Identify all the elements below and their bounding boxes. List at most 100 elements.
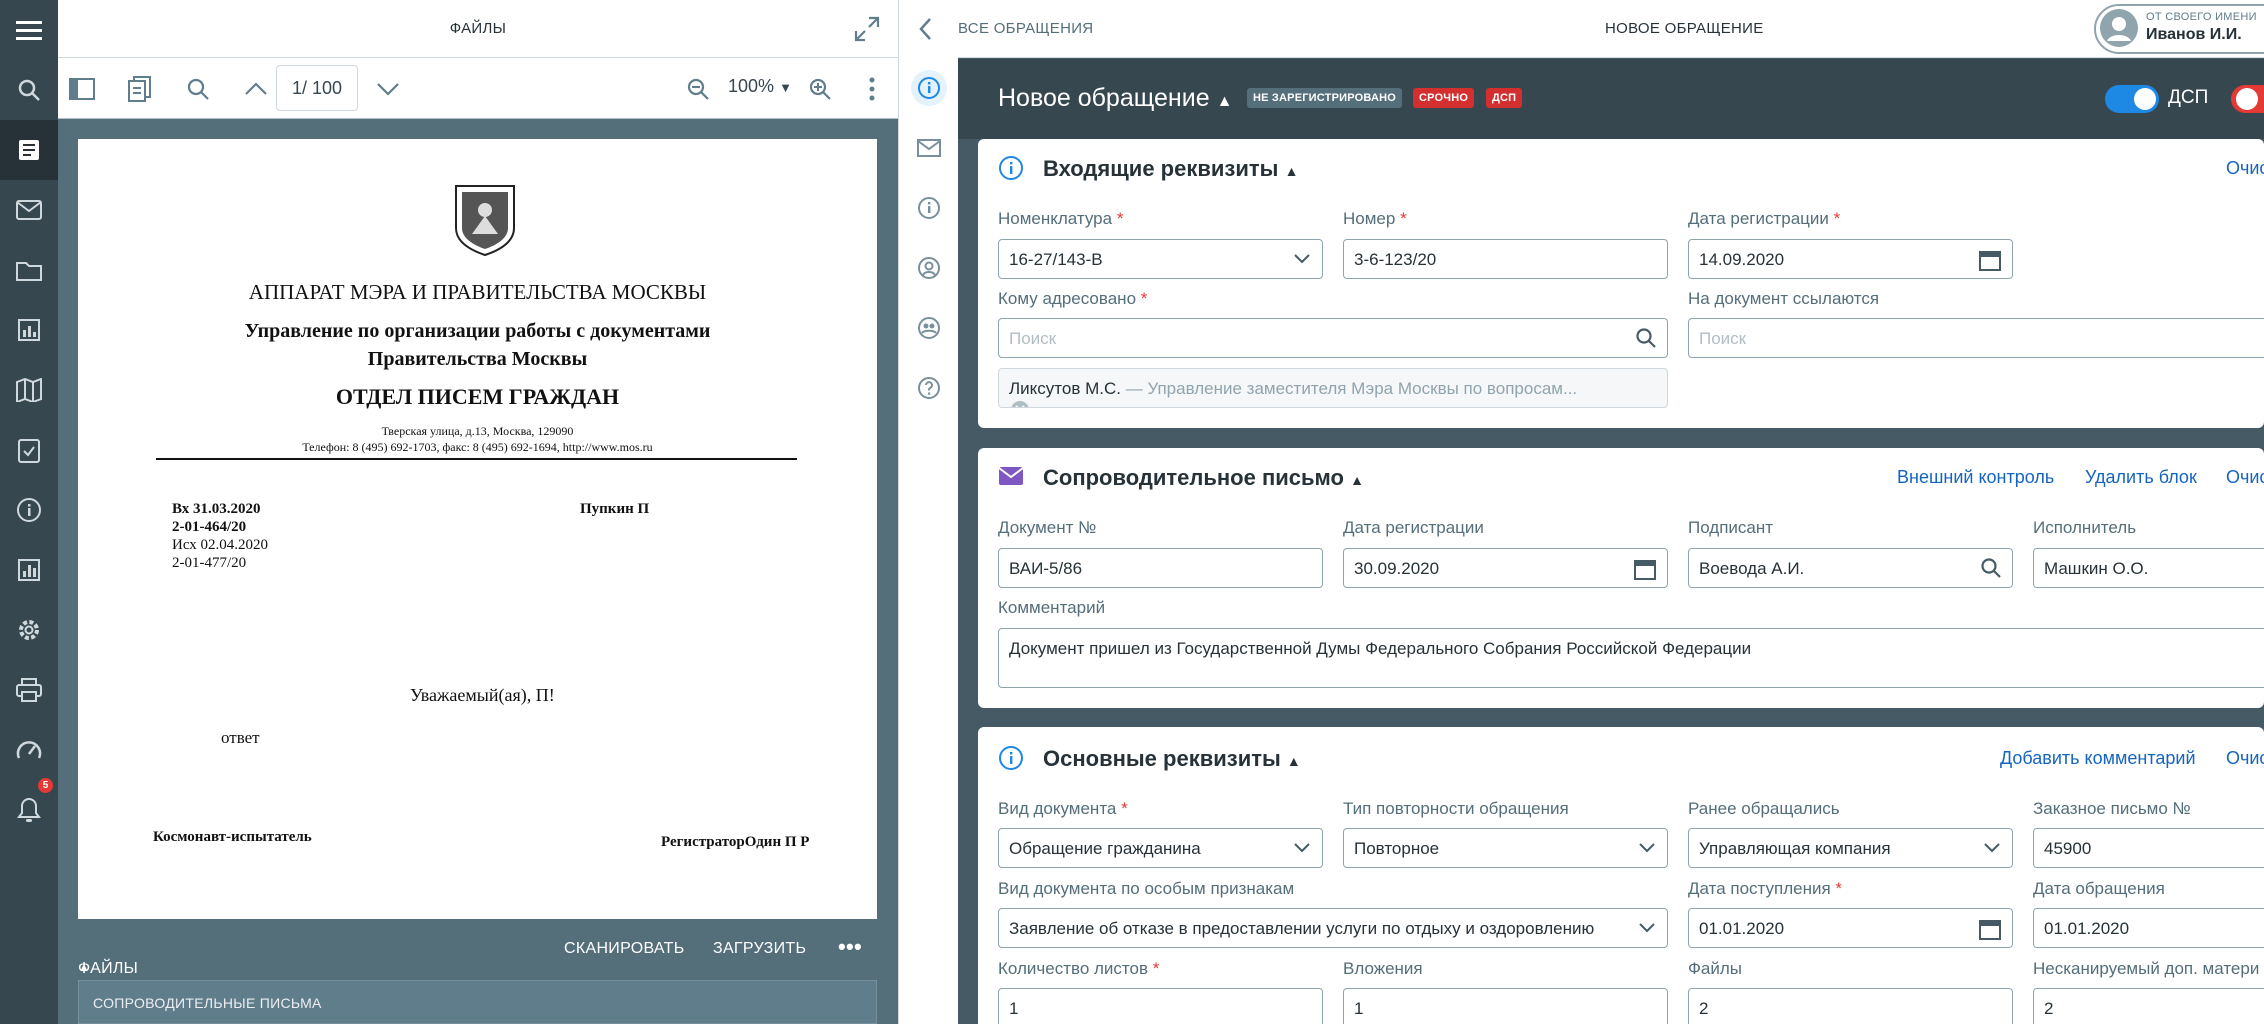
upload-button[interactable]: ЗАГРУЗИТЬ: [713, 940, 806, 958]
doc-divider: [156, 458, 797, 460]
more-vertical-icon[interactable]: [858, 75, 886, 103]
chevron-up-icon: ▲: [1286, 753, 1301, 769]
reg-date-label-text: Дата регистрации: [1688, 209, 1829, 228]
doc-type-value: Обращение гражданина: [1009, 839, 1201, 858]
main-title[interactable]: Основные реквизиты ▲: [1043, 746, 1301, 772]
page-down-icon[interactable]: [374, 75, 402, 103]
section-nav: [898, 0, 958, 1024]
zoom-value: 100%: [728, 76, 775, 96]
external-control-link[interactable]: Внешний контроль: [1897, 467, 2054, 488]
received-date-field[interactable]: 01.01.2020: [1688, 908, 2013, 948]
dsp-toggle-label: ДСП: [2168, 87, 2209, 108]
number-field[interactable]: 3-6-123/20: [1343, 239, 1668, 279]
reg-date-value: 14.09.2020: [1699, 250, 1785, 269]
nomenclature-select[interactable]: 16-27/143-В: [998, 239, 1323, 279]
expand-icon[interactable]: [854, 16, 880, 42]
reg-date-label: Дата регистрации *: [1688, 209, 1840, 229]
breadcrumb[interactable]: ВСЕ ОБРАЩЕНИЯ: [958, 20, 1093, 37]
mail-icon[interactable]: [0, 180, 58, 240]
files-bar: ФАЙЛЫ ▲ СКАНИРОВАТЬ ЗАГРУЗИТЬ •••: [58, 920, 898, 980]
files-count-field[interactable]: 2: [1688, 988, 2013, 1024]
document-pages-icon[interactable]: [126, 75, 154, 103]
info-section-icon[interactable]: [911, 70, 947, 106]
appeal-date-field[interactable]: 01.01.2020: [2033, 908, 2264, 948]
dsp-toggle[interactable]: [2104, 84, 2160, 114]
delete-block-link[interactable]: Удалить блок: [2085, 467, 2197, 488]
comment-field[interactable]: Документ пришел из Государственной Думы …: [998, 628, 2264, 688]
addressed-label: Кому адресовано *: [998, 289, 1147, 309]
repeat-select[interactable]: Повторное: [1343, 828, 1668, 868]
doc-no-field[interactable]: ВАИ-5/86: [998, 548, 1323, 588]
secondary-toggle[interactable]: [2230, 84, 2264, 114]
received-label: Дата поступления *: [1688, 879, 1842, 899]
signer-field[interactable]: Воевода А.И.: [1688, 548, 2013, 588]
back-icon[interactable]: [916, 16, 936, 42]
zoom-out-icon[interactable]: [684, 75, 712, 103]
remove-chip-icon[interactable]: [1009, 399, 1667, 407]
details-section-icon[interactable]: [911, 190, 947, 226]
viewer-title: ФАЙЛЫ: [449, 20, 507, 37]
dashboard-icon[interactable]: [0, 720, 58, 780]
file-viewer: ФАЙЛЫ 1/ 100 100% ▼ АППАРАТ МЭРА И ПРАВИ…: [58, 0, 898, 1024]
registered-letter-field[interactable]: 45900: [2033, 828, 2264, 868]
cover-title[interactable]: Сопроводительное письмо ▲: [1043, 465, 1364, 491]
incoming-title[interactable]: Входящие реквизиты ▲: [1043, 156, 1298, 182]
menu-icon[interactable]: [0, 0, 58, 60]
moscow-emblem-icon: [454, 184, 516, 256]
gear-icon[interactable]: [0, 600, 58, 660]
doc-type-select[interactable]: Обращение гражданина: [998, 828, 1323, 868]
special-select[interactable]: Заявление об отказе в предоставлении усл…: [998, 908, 1668, 948]
form-title[interactable]: Новое обращение ▲: [998, 84, 1232, 113]
zoom-in-icon[interactable]: [806, 75, 834, 103]
bell-icon[interactable]: 5: [0, 778, 58, 840]
incoming-card: Входящие реквизиты ▲ Очис Номенклатура *…: [978, 139, 2264, 428]
cover-letter-card: Сопроводительное письмо ▲ Внешний контро…: [978, 448, 2264, 708]
main-clear-link[interactable]: Очис: [2226, 748, 2264, 769]
search-icon[interactable]: [0, 60, 58, 120]
registry-icon[interactable]: [0, 120, 58, 180]
status-badge: НЕ ЗАРЕГИСТРИРОВАНО: [1247, 88, 1403, 108]
viewer-search-icon[interactable]: [184, 75, 212, 103]
add-comment-link[interactable]: Добавить комментарий: [2000, 748, 2196, 769]
number-label-text: Номер: [1343, 209, 1396, 228]
person-section-icon[interactable]: [911, 250, 947, 286]
unscanned-field[interactable]: 2: [2033, 988, 2264, 1024]
refs-search-field[interactable]: Поиск: [1688, 318, 2264, 358]
folder-icon[interactable]: [0, 240, 58, 300]
incoming-clear-link[interactable]: Очис: [2226, 158, 2264, 179]
scan-button[interactable]: СКАНИРОВАТЬ: [564, 940, 685, 958]
cover-clear-link[interactable]: Очис: [2226, 467, 2264, 488]
cover-letters-accordion[interactable]: СОПРОВОДИТЕЛЬНЫЕ ПИСЬМА: [78, 980, 877, 1024]
calendar-icon[interactable]: [1978, 917, 2002, 941]
doc-sign-right: РегистраторОдин П Р: [661, 834, 810, 850]
addressee-chip[interactable]: Ликсутов М.С. — Управление заместителя М…: [998, 368, 1668, 408]
reports-icon[interactable]: [0, 300, 58, 360]
sidebar-toggle-icon[interactable]: [68, 75, 96, 103]
required-mark: *: [1121, 799, 1128, 818]
zoom-select[interactable]: 100% ▼: [728, 76, 792, 97]
more-horizontal-icon[interactable]: •••: [838, 934, 862, 960]
mail-section-icon[interactable]: [911, 130, 947, 166]
addressed-search-field[interactable]: Поиск: [998, 318, 1668, 358]
map-icon[interactable]: [0, 360, 58, 420]
sheets-label-text: Количество листов: [998, 959, 1149, 978]
cover-reg-date-field[interactable]: 30.09.2020: [1343, 548, 1668, 588]
help-section-icon[interactable]: [911, 370, 947, 406]
executor-field[interactable]: Машкин О.О.: [2033, 548, 2264, 588]
info-icon[interactable]: [0, 480, 58, 540]
tasks-icon[interactable]: [0, 420, 58, 480]
group-section-icon[interactable]: [911, 310, 947, 346]
sheets-field[interactable]: 1: [998, 988, 1323, 1024]
doc-addressee: Пупкин П: [580, 501, 650, 517]
attachments-field[interactable]: 1: [1343, 988, 1668, 1024]
before-select[interactable]: Управляющая компания: [1688, 828, 2013, 868]
calendar-icon[interactable]: [1633, 557, 1657, 581]
required-mark: *: [1140, 289, 1148, 308]
main-title-text: Основные реквизиты: [1043, 746, 1281, 771]
reg-date-field[interactable]: 14.09.2020: [1688, 239, 2013, 279]
print-icon[interactable]: [0, 660, 58, 720]
page-indicator[interactable]: 1/ 100: [276, 65, 358, 111]
calendar-icon[interactable]: [1978, 248, 2002, 272]
page-up-icon[interactable]: [242, 75, 270, 103]
stats-icon[interactable]: [0, 540, 58, 600]
